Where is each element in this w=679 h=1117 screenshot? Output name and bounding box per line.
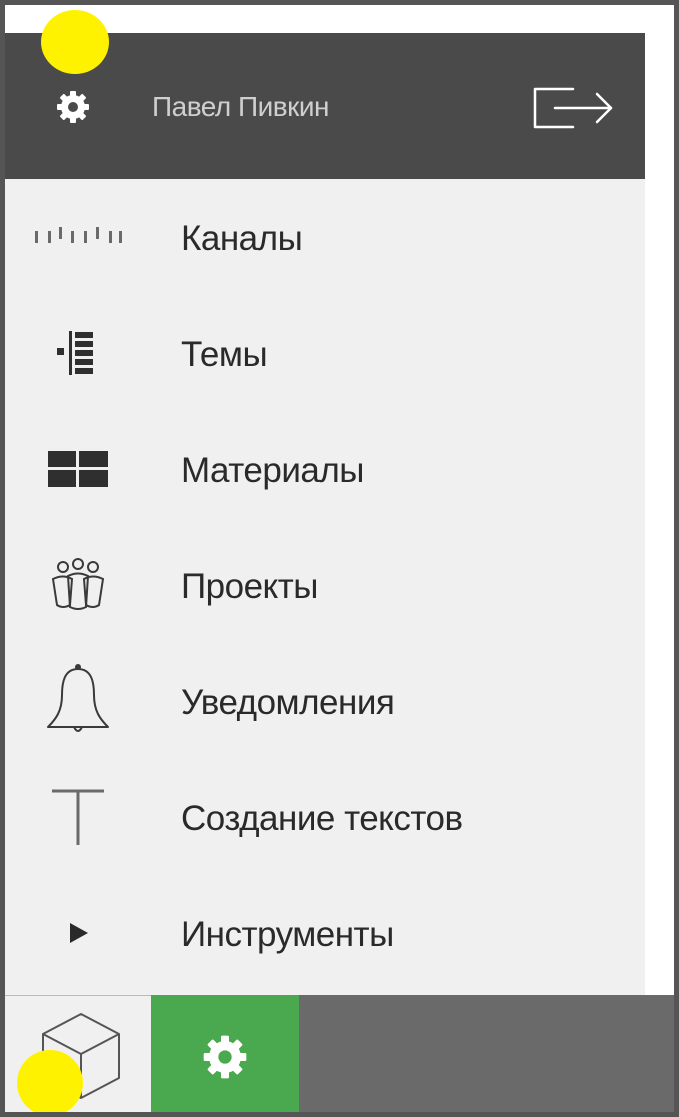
list-topics-icon [57, 331, 93, 375]
logout-arrow-icon[interactable] [527, 83, 615, 133]
menu-item-text-creation[interactable]: Создание текстов [5, 759, 645, 875]
text-t-icon [52, 789, 104, 845]
menu-item-topics[interactable]: Темы [5, 295, 645, 411]
menu-item-label: Проекты [181, 567, 318, 606]
menu-item-tools[interactable]: Инструменты [5, 875, 645, 991]
menu-item-materials[interactable]: Материалы [5, 411, 645, 527]
touch-marker [41, 10, 109, 74]
user-name: Павел Пивкин [152, 91, 330, 122]
settings-button[interactable] [151, 995, 299, 1112]
menu-item-label: Каналы [181, 219, 303, 258]
menu-item-notifications[interactable]: Уведомления [5, 643, 645, 759]
menu-item-label: Уведомления [181, 683, 395, 722]
grid-tiles-icon [48, 451, 108, 487]
play-triangle-icon [70, 923, 88, 943]
menu-item-projects[interactable]: Проекты [5, 527, 645, 643]
bottom-toolbar [5, 995, 674, 1112]
gear-icon [203, 1035, 247, 1079]
touch-marker [17, 1050, 83, 1112]
menu-item-label: Материалы [181, 451, 364, 490]
bell-icon [47, 664, 109, 732]
ruler-ticks-icon [35, 227, 122, 243]
gear-icon[interactable] [55, 89, 91, 125]
side-menu-panel: Павел Пивкин Каналы Темы Материалы Проек… [5, 33, 645, 1000]
toolbar-filler [299, 995, 674, 1112]
menu-item-label: Инструменты [181, 915, 394, 954]
app-window: Павел Пивкин Каналы Темы Материалы Проек… [0, 0, 679, 1117]
main-menu: Каналы Темы Материалы Проекты Уведомлени… [5, 179, 645, 991]
menu-item-label: Темы [181, 335, 268, 374]
menu-item-label: Создание текстов [181, 799, 463, 838]
team-people-icon [51, 558, 105, 610]
menu-item-channels[interactable]: Каналы [5, 179, 645, 295]
